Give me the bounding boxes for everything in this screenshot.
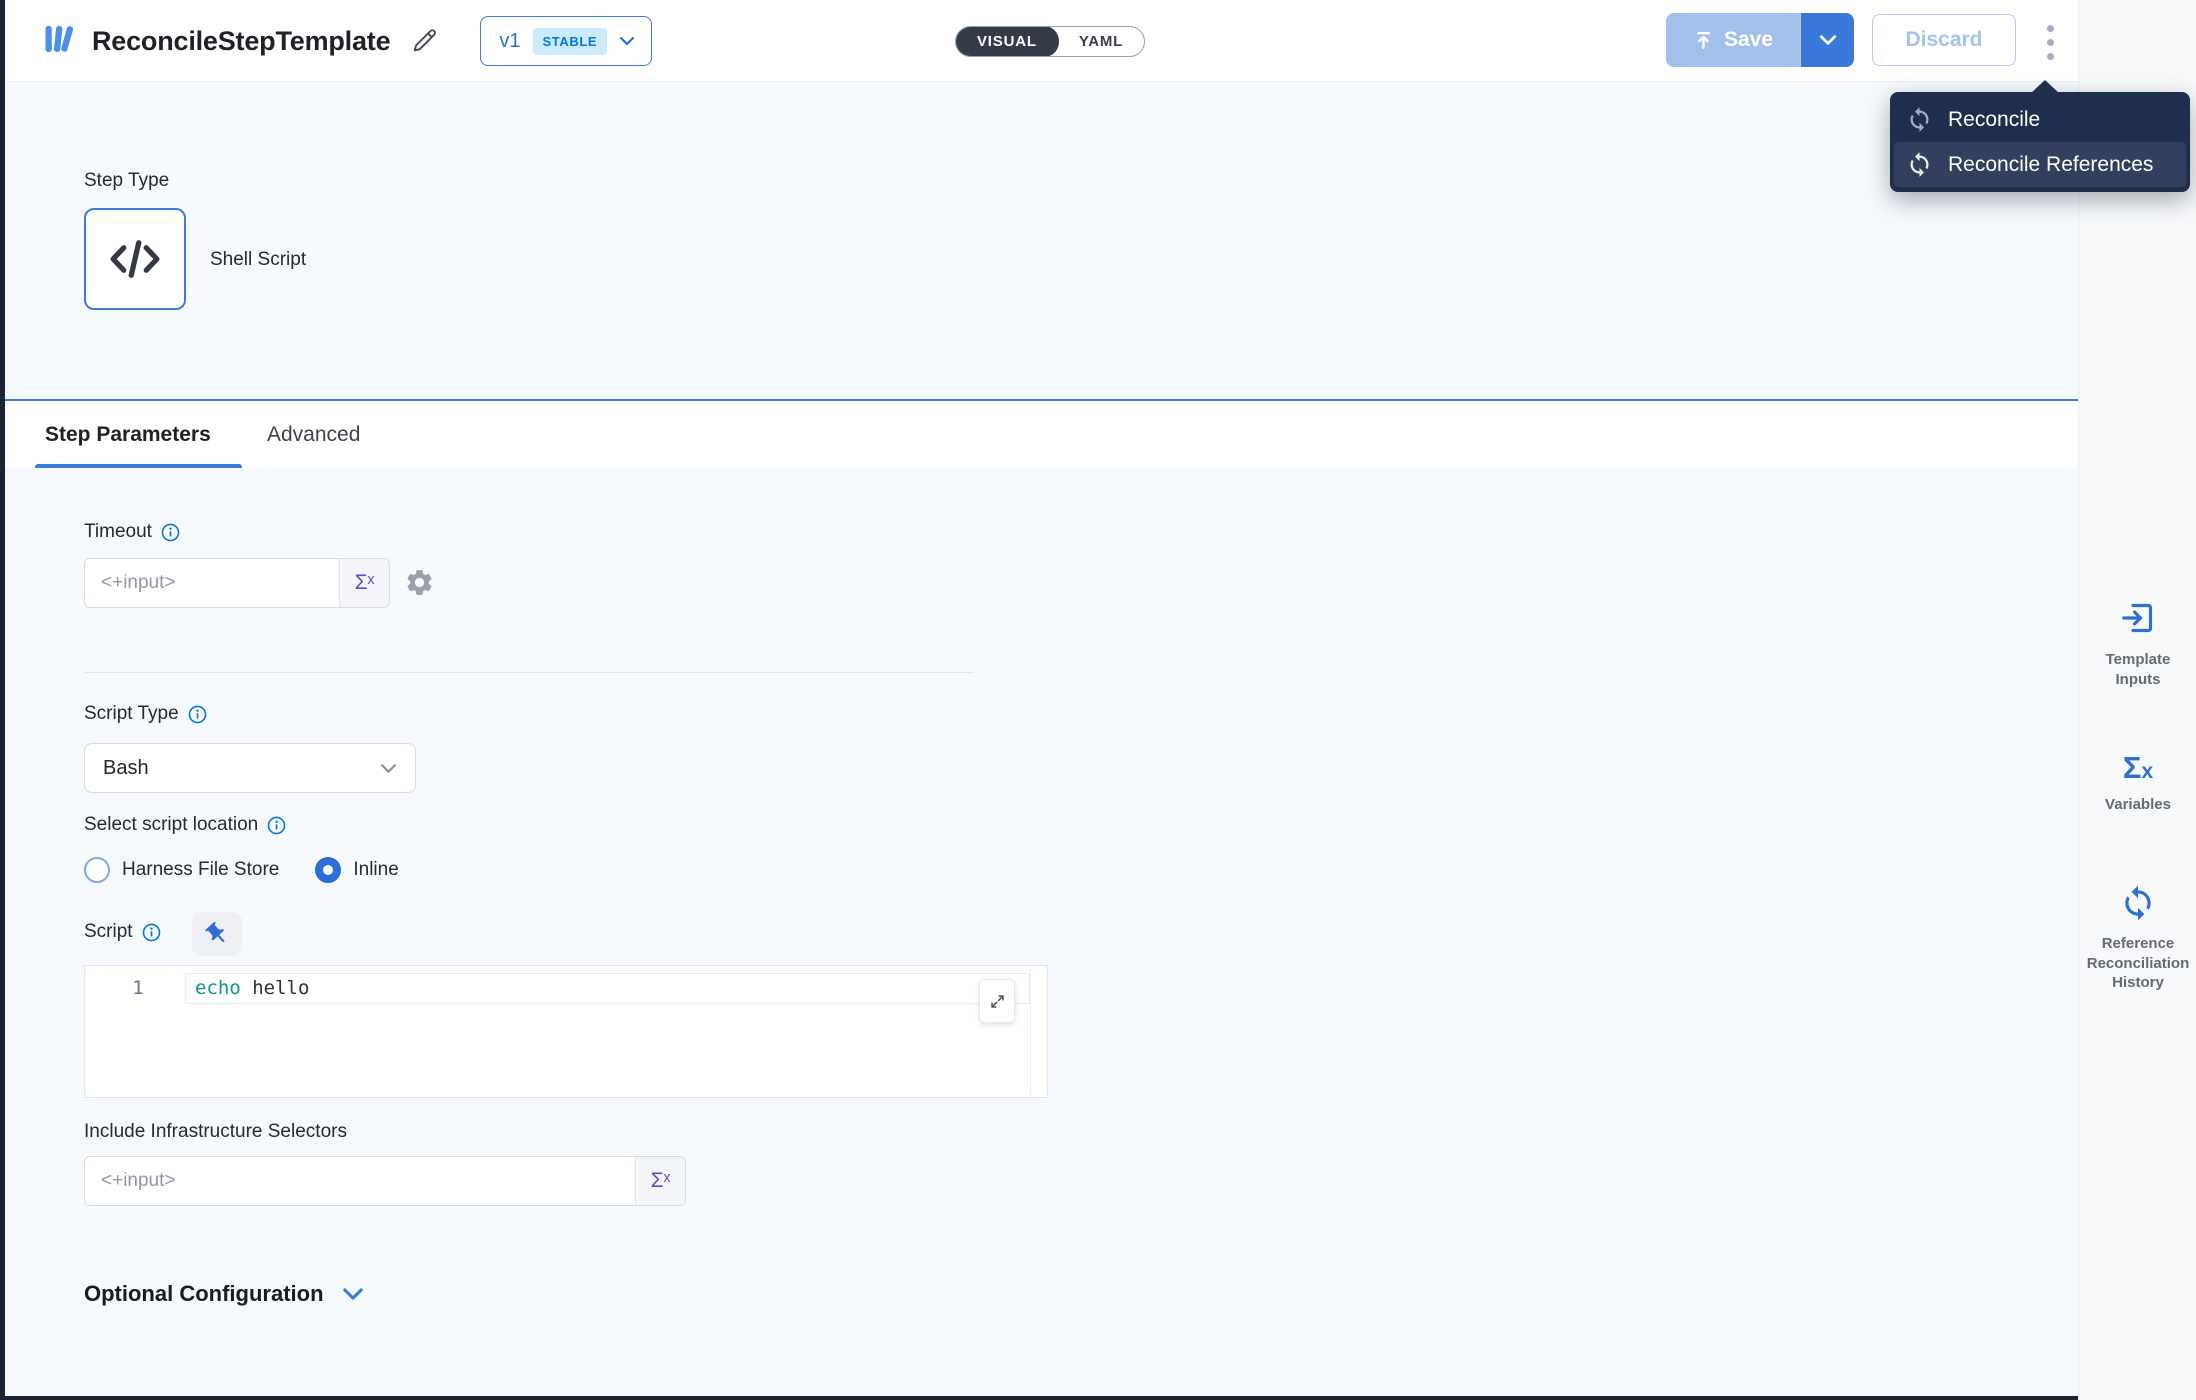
radio-label-inline[interactable]: Inline (353, 859, 398, 881)
script-type-label-row: Script Type (84, 703, 207, 725)
pencil-icon (410, 27, 438, 55)
info-icon[interactable] (142, 923, 161, 942)
code-line: echo hello (195, 977, 309, 999)
code-text: hello (241, 977, 310, 999)
template-studio-page: ReconcileStepTemplate v1 STABLE VISUAL Y… (0, 0, 2196, 1400)
chevron-down-icon (1819, 34, 1837, 46)
save-label: Save (1724, 28, 1773, 52)
right-rail: Template Inputs Σx Variables Reference R… (2078, 0, 2196, 1400)
dot (2047, 25, 2054, 32)
script-location-label: Select script location (84, 814, 258, 836)
script-location-options: Harness File Store Inline (84, 857, 399, 883)
expression-button[interactable]: Σˣ (339, 559, 389, 607)
sync-icon (2119, 884, 2157, 922)
version-selector[interactable]: v1 STABLE (480, 16, 652, 66)
chevron-down-icon (619, 36, 635, 46)
version-label: v1 (499, 30, 520, 53)
radio-inline[interactable] (315, 857, 341, 883)
script-type-value: Bash (103, 757, 380, 780)
tab-bar: Step Parameters Advanced (5, 399, 2078, 468)
edit-title-button[interactable] (410, 27, 438, 55)
optional-configuration-toggle[interactable]: Optional Configuration (84, 1281, 364, 1307)
current-line-highlight (185, 973, 1030, 1004)
rail-item-label: Reference Reconciliation History (2079, 934, 2196, 993)
sync-icon (1906, 151, 1933, 178)
active-tab-underline (35, 464, 242, 468)
section-divider (84, 672, 974, 673)
more-options-button[interactable] (2038, 22, 2062, 62)
shell-script-icon (105, 229, 165, 289)
script-label-row: Script (84, 921, 161, 943)
optional-configuration-label: Optional Configuration (84, 1281, 324, 1307)
rail-item-template-inputs[interactable]: Template Inputs (2079, 598, 2196, 689)
info-icon[interactable] (188, 705, 207, 724)
chevron-down-icon (380, 763, 397, 774)
save-button[interactable]: Save (1666, 13, 1800, 67)
include-infra-field: Σˣ (84, 1156, 686, 1206)
script-location-label-row: Select script location (84, 814, 286, 836)
script-label: Script (84, 921, 133, 943)
timeout-settings-button[interactable] (404, 567, 435, 603)
visual-yaml-toggle: VISUAL YAML (955, 26, 1145, 57)
version-stable-badge: STABLE (533, 28, 608, 55)
menu-item-label: Reconcile (1948, 108, 2040, 132)
step-type-value: Shell Script (210, 249, 306, 271)
code-keyword: echo (195, 977, 241, 999)
variables-sigma-icon: Σx (2123, 752, 2153, 783)
pin-script-button[interactable] (192, 912, 242, 956)
dot (2047, 39, 2054, 46)
toggle-visual[interactable]: VISUAL (955, 26, 1059, 57)
toggle-yaml[interactable]: YAML (1058, 27, 1144, 56)
menu-item-reconcile[interactable]: Reconcile (1890, 97, 2190, 142)
save-options-button[interactable] (1800, 13, 1854, 67)
tab-step-parameters[interactable]: Step Parameters (45, 401, 211, 468)
line-number: 1 (115, 977, 161, 999)
chevron-down-icon (342, 1287, 364, 1301)
expand-icon (989, 993, 1006, 1010)
include-infra-label: Include Infrastructure Selectors (84, 1121, 347, 1143)
menu-arrow (2031, 80, 2059, 93)
bottom-edge-strip (0, 1396, 2078, 1400)
step-type-card[interactable] (84, 208, 186, 310)
template-inputs-icon (2118, 598, 2158, 638)
tab-advanced[interactable]: Advanced (267, 401, 360, 468)
menu-item-label: Reconcile References (1948, 153, 2153, 177)
script-type-label: Script Type (84, 703, 179, 725)
menu-item-reconcile-references[interactable]: Reconcile References (1894, 142, 2186, 187)
discard-label: Discard (1905, 28, 1982, 52)
script-type-select[interactable]: Bash (84, 743, 416, 793)
radio-harness-file-store[interactable] (84, 857, 110, 883)
sync-icon (1906, 106, 1933, 133)
upload-arrow-icon (1693, 30, 1714, 51)
script-code-editor[interactable]: 1 echo hello (84, 965, 1048, 1098)
reconcile-context-menu: Reconcile Reconcile References (1890, 92, 2190, 192)
rail-item-variables[interactable]: Σx Variables (2079, 752, 2196, 815)
editor-ruler (1030, 966, 1031, 1097)
template-library-icon (42, 22, 76, 61)
step-type-label: Step Type (84, 170, 169, 192)
timeout-label: Timeout (84, 521, 152, 543)
rail-item-label: Variables (2101, 795, 2175, 815)
timeout-label-row: Timeout (84, 521, 180, 543)
gear-icon (404, 567, 435, 598)
discard-button[interactable]: Discard (1872, 14, 2016, 66)
timeout-field: Σˣ (84, 558, 390, 608)
include-infra-label-row: Include Infrastructure Selectors (84, 1121, 347, 1143)
left-edge-strip (0, 0, 5, 1400)
header-left-group: ReconcileStepTemplate v1 STABLE (42, 0, 652, 82)
expand-editor-button[interactable] (979, 979, 1015, 1023)
radio-label-file-store[interactable]: Harness File Store (122, 859, 279, 881)
save-split-button: Save (1666, 13, 1854, 67)
pushpin-icon (204, 921, 230, 947)
rail-item-label: Template Inputs (2079, 650, 2196, 689)
dot (2047, 53, 2054, 60)
info-icon[interactable] (267, 816, 286, 835)
info-icon[interactable] (161, 523, 180, 542)
rail-item-reference-reconciliation-history[interactable]: Reference Reconciliation History (2079, 884, 2196, 993)
header: ReconcileStepTemplate v1 STABLE VISUAL Y… (5, 0, 2078, 82)
include-infra-input[interactable] (85, 1157, 685, 1205)
expression-button[interactable]: Σˣ (635, 1157, 685, 1205)
page-title: ReconcileStepTemplate (92, 26, 390, 57)
